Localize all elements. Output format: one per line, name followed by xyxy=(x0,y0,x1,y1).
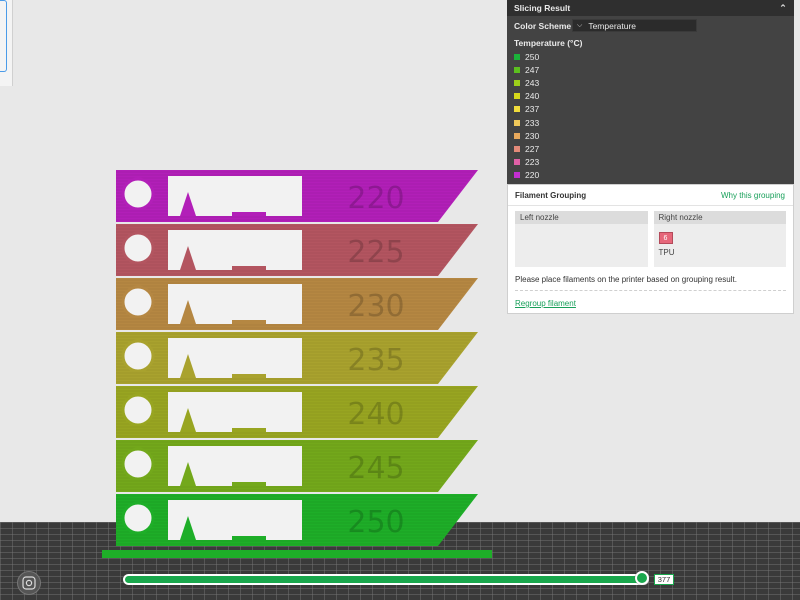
model-tier: 235 xyxy=(116,332,478,384)
regroup-filament-link[interactable]: Regroup filament xyxy=(508,291,793,308)
camera-icon-graphic xyxy=(22,576,36,590)
legend-item: 233 xyxy=(514,116,794,129)
filament-name: TPU xyxy=(658,248,675,257)
slicing-result-panel: Slicing Result ⌃ Color Scheme ⌵ Temperat… xyxy=(507,0,794,184)
legend-swatch xyxy=(514,132,520,139)
tier-hole xyxy=(121,177,155,211)
legend-label: 237 xyxy=(525,104,540,115)
tier-bar xyxy=(232,212,266,216)
right-nozzle-label: Right nozzle xyxy=(653,211,786,224)
filament-grouping-panel: Filament Grouping Why this grouping Left… xyxy=(507,184,794,314)
legend-label: 230 xyxy=(525,130,540,141)
model-tier: 240 xyxy=(116,386,478,438)
left-side-tab-highlight xyxy=(0,0,7,72)
tier-bar xyxy=(232,536,266,540)
legend-swatch xyxy=(514,159,520,166)
chevron-down-icon: ⌵ xyxy=(577,21,583,29)
tier-bar xyxy=(232,482,266,486)
legend-label: 243 xyxy=(525,77,540,88)
left-nozzle-label: Left nozzle xyxy=(515,211,648,224)
tier-bar xyxy=(232,266,266,270)
color-scheme-label: Color Scheme xyxy=(514,20,572,31)
legend-swatch xyxy=(514,66,520,73)
model-tier: 245 xyxy=(116,440,478,492)
filament-chip[interactable]: 6 xyxy=(658,232,673,244)
tier-temperature-label: 225 xyxy=(347,235,404,270)
temperature-legend: 250 247 243 240 237 233 230 227 223 220 xyxy=(507,50,794,182)
legend-item: 223 xyxy=(514,156,794,169)
legend-label: 220 xyxy=(525,170,540,181)
legend-item: 237 xyxy=(514,103,794,116)
grouping-notice: Please place filaments on the printer ba… xyxy=(515,275,737,284)
legend-label: 250 xyxy=(525,51,540,62)
tier-hole xyxy=(121,447,155,481)
legend-item: 247 xyxy=(514,63,794,76)
camera-reset-icon[interactable] xyxy=(17,571,41,595)
legend-title: Temperature (°C) xyxy=(514,38,583,48)
tier-bar xyxy=(232,320,266,324)
tier-temperature-label: 230 xyxy=(347,289,404,324)
legend-swatch xyxy=(514,53,520,60)
legend-item: 230 xyxy=(514,129,794,142)
panel-header: Slicing Result ⌃ xyxy=(507,0,794,16)
filament-grouping-title: Filament Grouping xyxy=(515,190,587,200)
color-scheme-select[interactable]: ⌵ Temperature xyxy=(572,19,697,32)
legend-swatch xyxy=(514,79,520,86)
legend-label: 240 xyxy=(525,91,540,102)
layer-slider-fill xyxy=(125,576,647,583)
model-tier: 225 xyxy=(116,224,478,276)
legend-swatch xyxy=(514,93,520,100)
legend-item: 240 xyxy=(514,90,794,103)
tier-temperature-label: 245 xyxy=(347,451,404,486)
chevron-up-double-icon[interactable]: ⌃ xyxy=(778,3,788,13)
legend-label: 227 xyxy=(525,143,540,154)
tier-temperature-label: 240 xyxy=(347,397,404,432)
left-side-tab[interactable] xyxy=(0,0,13,86)
left-nozzle-box: Left nozzle xyxy=(515,211,648,267)
color-scheme-value: Temperature xyxy=(588,20,637,31)
legend-swatch xyxy=(514,145,520,152)
tier-hole xyxy=(121,501,155,535)
tier-temperature-label: 235 xyxy=(347,343,404,378)
legend-swatch xyxy=(514,172,520,179)
color-scheme-row: Color Scheme ⌵ Temperature xyxy=(507,17,794,34)
legend-swatch xyxy=(514,106,520,113)
legend-item: 220 xyxy=(514,169,794,182)
legend-label: 223 xyxy=(525,157,540,168)
tier-hole xyxy=(121,339,155,373)
tier-hole xyxy=(121,393,155,427)
layer-slider-handle[interactable] xyxy=(635,571,649,585)
legend-label: 247 xyxy=(525,64,540,75)
temperature-tower-model: 220 225 230 235 240 245 250 xyxy=(102,170,492,558)
legend-swatch xyxy=(514,119,520,126)
tier-hole xyxy=(121,231,155,265)
model-tier: 220 xyxy=(116,170,478,222)
right-nozzle-box: Right nozzle 6 TPU xyxy=(653,211,786,267)
legend-item: 250 xyxy=(514,50,794,63)
model-tier: 230 xyxy=(116,278,478,330)
filament-grouping-header: Filament Grouping Why this grouping xyxy=(508,185,793,206)
tier-bar xyxy=(232,374,266,378)
tier-bar xyxy=(232,428,266,432)
nozzle-columns: Left nozzle Right nozzle 6 TPU xyxy=(508,211,793,267)
legend-item: 243 xyxy=(514,76,794,89)
tier-temperature-label: 220 xyxy=(347,181,404,216)
legend-item: 227 xyxy=(514,142,794,155)
tier-hole xyxy=(121,285,155,319)
why-grouping-link[interactable]: Why this grouping xyxy=(721,191,785,200)
layer-number[interactable]: 377 xyxy=(654,574,674,585)
layer-slider[interactable] xyxy=(123,571,649,585)
model-tier: 250 xyxy=(116,494,478,546)
panel-title: Slicing Result xyxy=(514,3,571,13)
model-base xyxy=(102,550,492,558)
tier-temperature-label: 250 xyxy=(347,505,404,540)
legend-label: 233 xyxy=(525,117,540,128)
